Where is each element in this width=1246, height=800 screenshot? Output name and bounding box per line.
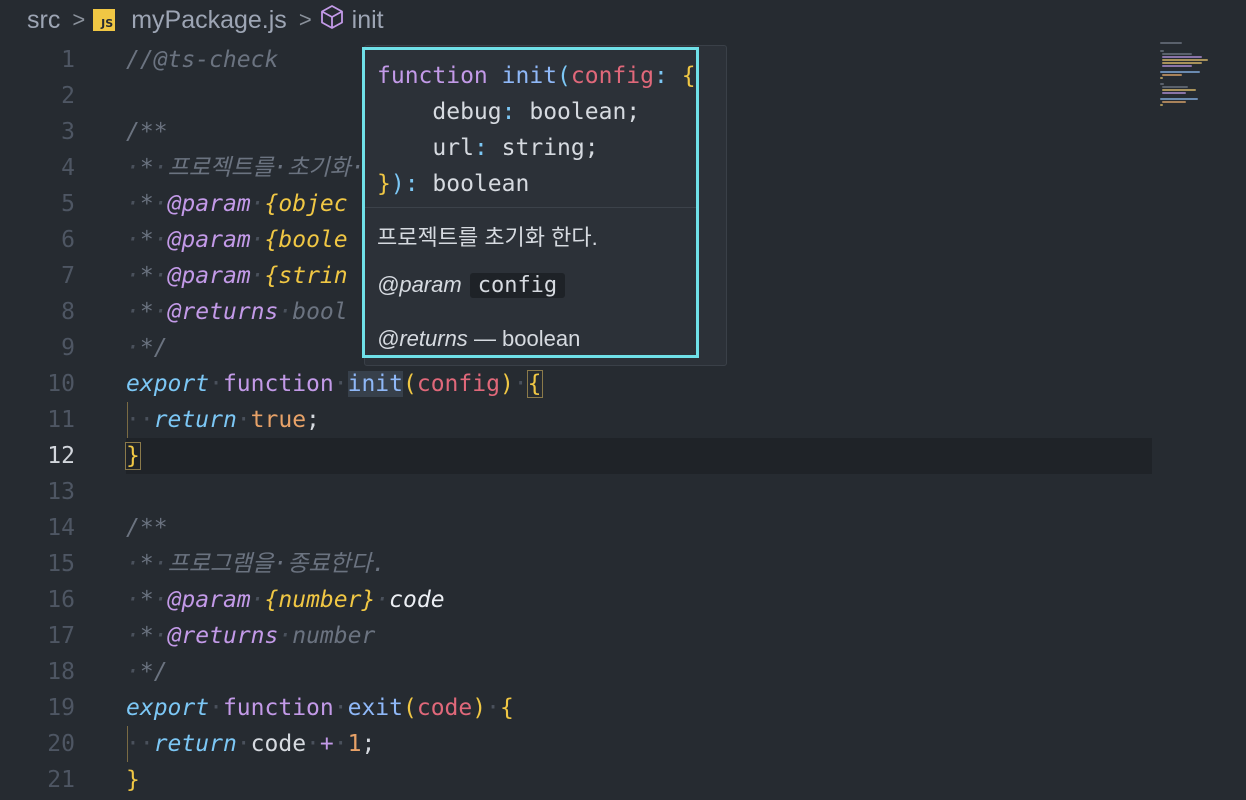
hover-signature: function init(config: { debug: boolean; …: [377, 63, 696, 197]
code-line-current: 12}: [0, 438, 1246, 474]
hover-returns-doc: @returns — boolean: [377, 326, 581, 351]
line-number: 9: [61, 335, 75, 361]
line-number: 15: [47, 551, 75, 577]
line-number: 16: [47, 587, 75, 613]
code-line: 19 export·function·exit(code)·{: [0, 690, 1246, 726]
code-line: 11 ··return·true;: [0, 402, 1246, 438]
minimap[interactable]: [1158, 40, 1228, 130]
line-number: 17: [47, 623, 75, 649]
code-line: 10 export·function·init(config)·{: [0, 366, 1246, 402]
line-number: 3: [61, 119, 75, 145]
line-number: 20: [47, 731, 75, 757]
line-number: 6: [61, 227, 75, 253]
hover-tooltip[interactable]: function init(config: { debug: boolean; …: [362, 47, 699, 358]
line-number: 8: [61, 299, 75, 325]
code-line: 21}: [0, 762, 1246, 798]
line-number: 21: [47, 767, 75, 793]
breadcrumb-symbol[interactable]: init: [352, 6, 384, 35]
line-number: 5: [61, 191, 75, 217]
line-number: 4: [61, 155, 75, 181]
symbol-cube-icon: [320, 4, 344, 37]
javascript-file-icon: JS: [93, 9, 116, 31]
code-line: 18 ·*/: [0, 654, 1246, 690]
line-number: 18: [47, 659, 75, 685]
code-line: 15 ·*·프로그램을·종료한다.: [0, 546, 1246, 582]
code-line: 13: [0, 474, 1246, 510]
hover-separator: [365, 207, 696, 208]
line-number: 19: [47, 695, 75, 721]
line-number: 12: [47, 443, 75, 469]
line-number: 7: [61, 263, 75, 289]
code-line: 14/**: [0, 510, 1246, 546]
line-number: 13: [47, 479, 75, 505]
line-number: 2: [61, 83, 75, 109]
line-number: 1: [61, 47, 75, 73]
code-line: 20 ··return·code·+·1;: [0, 726, 1246, 762]
chevron-right-icon: >: [298, 7, 312, 32]
breadcrumb: src > JS myPackage.js > init: [0, 0, 1246, 40]
hover-param-doc: @param config: [377, 272, 566, 298]
breadcrumb-folder[interactable]: src: [27, 6, 60, 35]
code-line: 17 ·*·@returns·number: [0, 618, 1246, 654]
code-line: 16 ·*·@param·{number}·code: [0, 582, 1246, 618]
line-number: 11: [47, 407, 75, 433]
chevron-right-icon: >: [72, 7, 86, 32]
breadcrumb-file[interactable]: myPackage.js: [131, 6, 287, 35]
function-name-init[interactable]: init: [347, 371, 403, 397]
line-number: 10: [47, 371, 75, 397]
hover-description: 프로젝트를 초기화 한다.: [377, 225, 598, 250]
line-number: 14: [47, 515, 75, 541]
